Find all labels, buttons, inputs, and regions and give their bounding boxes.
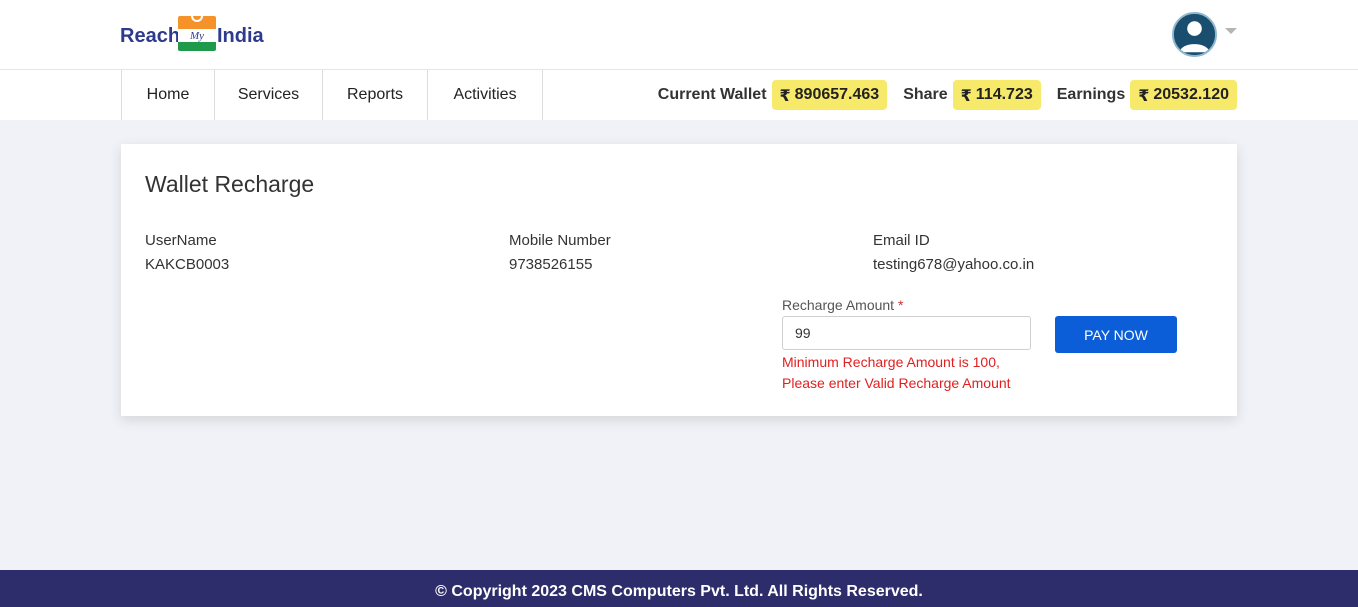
share-badge: ₹ 114.723 (952, 80, 1041, 110)
email-id-label: Email ID (873, 232, 930, 249)
user-avatar-icon[interactable] (1172, 12, 1217, 57)
logo-word-middle: My (178, 29, 216, 42)
rupee-icon: ₹ (1138, 85, 1150, 105)
rupee-icon: ₹ (779, 85, 791, 105)
nav-item-home[interactable]: Home (122, 70, 215, 120)
footer: © Copyright 2023 CMS Computers Pvt. Ltd.… (0, 570, 1358, 607)
pay-now-button[interactable]: PAY NOW (1055, 316, 1177, 353)
top-header: Reach My India (0, 0, 1358, 70)
bag-top-band (178, 14, 216, 29)
email-id-value: testing678@yahoo.co.in (873, 256, 1035, 273)
bag-handle (191, 14, 203, 22)
chevron-down-icon[interactable] (1225, 28, 1237, 34)
logo-word-left: Reach (120, 25, 181, 47)
earnings-badge: ₹ 20532.120 (1130, 80, 1237, 110)
current-wallet-value: 890657.463 (794, 86, 880, 103)
error-line-1: Minimum Recharge Amount is 100, (782, 354, 1000, 370)
username-value: KAKCB0003 (145, 256, 230, 273)
rupee-icon: ₹ (960, 85, 972, 105)
recharge-amount-error: Minimum Recharge Amount is 100, Please e… (782, 352, 1062, 394)
nav-menu: Home Services Reports Activities (121, 70, 543, 120)
wallet-recharge-card: Wallet Recharge UserName KAKCB0003 Mobil… (121, 144, 1237, 416)
required-marker: * (897, 297, 904, 313)
copyright-text: © Copyright 2023 CMS Computers Pvt. Ltd.… (435, 582, 923, 600)
mobile-number-value: 9738526155 (509, 256, 593, 273)
username-label: UserName (145, 232, 217, 249)
share-value: 114.723 (975, 86, 1033, 103)
user-silhouette-icon (1174, 14, 1215, 55)
logo-word-right: India (217, 25, 264, 47)
mobile-number-label: Mobile Number (509, 232, 611, 249)
error-line-2: Please enter Valid Recharge Amount (782, 375, 1011, 391)
recharge-amount-label-text: Recharge Amount (782, 297, 895, 313)
recharge-amount-label: Recharge Amount * (782, 297, 903, 313)
nav-item-reports[interactable]: Reports (323, 70, 428, 120)
shopping-bag-icon: My (178, 14, 216, 52)
wallet-summary: Current Wallet ₹ 890657.463 Share ₹ 114.… (658, 80, 1237, 110)
main-navbar: Home Services Reports Activities Current… (0, 70, 1358, 120)
current-wallet-label: Current Wallet (657, 86, 767, 103)
recharge-amount-input[interactable] (782, 316, 1031, 350)
share-label: Share (903, 86, 948, 103)
earnings-value: 20532.120 (1153, 86, 1229, 103)
nav-item-activities[interactable]: Activities (428, 70, 543, 120)
earnings-label: Earnings (1056, 86, 1126, 103)
reach-my-india-logo[interactable]: Reach My India (120, 14, 270, 56)
page-title: Wallet Recharge (145, 171, 315, 197)
nav-item-services[interactable]: Services (215, 70, 323, 120)
current-wallet-badge: ₹ 890657.463 (771, 80, 888, 110)
bag-bottom-band (178, 42, 216, 51)
